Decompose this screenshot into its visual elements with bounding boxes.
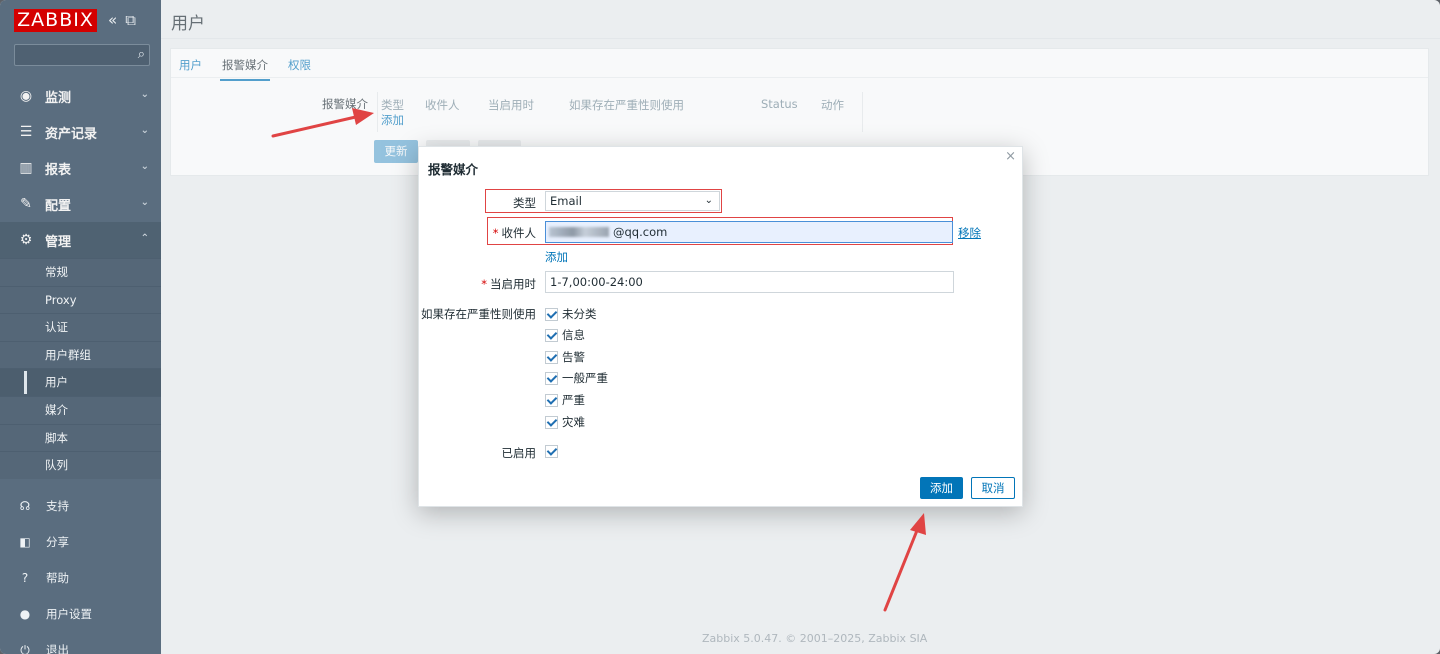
recipient-input[interactable]: @qq.com	[545, 221, 953, 243]
submenu-item-media-types[interactable]: 媒介	[0, 395, 161, 424]
menu-item-label: 管理	[45, 234, 72, 250]
checkbox-checked-icon[interactable]	[545, 393, 558, 407]
cancel-button[interactable]: 取消	[971, 477, 1015, 499]
type-select[interactable]: Email ⌄	[545, 191, 720, 211]
recipient-label-text: 收件人	[501, 226, 537, 240]
main-menu: ◉ 监测 ⌄ ☰ 资产记录 ⌄ ▥ 报表 ⌄ ✎ 配置 ⌄ ⚙ 管理 ⌃ 常规 …	[0, 78, 161, 479]
enabled-checkbox[interactable]	[545, 445, 562, 458]
severity-disaster[interactable]: 灾难	[545, 414, 585, 430]
collapse-icon[interactable]: «	[108, 11, 117, 29]
recipient-label: * 收件人	[493, 225, 536, 241]
add-recipient-link[interactable]: 添加	[545, 249, 568, 265]
chevron-down-icon: ⌄	[704, 195, 713, 206]
checkbox-label: 告警	[562, 350, 585, 364]
recipient-input-value: @qq.com	[613, 225, 668, 239]
when-active-input[interactable]: 1-7,00:00-24:00	[545, 271, 954, 293]
menu-item-help[interactable]: ? 帮助	[0, 560, 161, 596]
checkbox-checked-icon[interactable]	[545, 371, 558, 385]
checkbox-label: 未分类	[562, 307, 597, 321]
chevron-down-icon: ⌄	[140, 125, 149, 136]
checkbox-checked-icon[interactable]	[545, 415, 558, 429]
checkbox-label: 信息	[562, 328, 585, 342]
user-icon: ●	[19, 607, 31, 621]
submenu-item-scripts[interactable]: 脚本	[0, 423, 161, 452]
search-icon[interactable]: ⌕	[138, 47, 145, 62]
submenu-item-authentication[interactable]: 认证	[0, 313, 161, 341]
headset-icon: ☊	[19, 499, 31, 513]
chevron-down-icon: ⌄	[140, 197, 149, 208]
chevron-down-icon: ⌄	[140, 161, 149, 172]
sidebar-bottom-menu: ☊ 支持 ◧ 分享 ? 帮助 ● 用户设置 ⏻ 退出	[0, 488, 161, 654]
checkbox-checked-icon[interactable]	[545, 307, 558, 321]
menu-item-label: 报表	[45, 162, 72, 178]
type-label: 类型	[513, 196, 536, 210]
menu-item-label: 支持	[46, 499, 69, 513]
when-active-label: * 当启用时	[481, 276, 536, 292]
add-button[interactable]: 添加	[920, 477, 963, 499]
checkbox-checked-icon[interactable]	[545, 445, 558, 458]
menu-item-label: 帮助	[46, 571, 69, 585]
severity-average[interactable]: 一般严重	[545, 370, 608, 386]
media-dialog: 报警媒介 × 类型 Email ⌄ * 收件人 @qq.com 移除 添加 * 当启…	[418, 146, 1023, 507]
checkbox-checked-icon[interactable]	[545, 350, 558, 364]
required-marker: *	[481, 277, 487, 291]
enabled-label: 已启用	[501, 446, 537, 460]
menu-item-monitoring[interactable]: ◉ 监测 ⌄	[0, 78, 161, 114]
severity-label: 如果存在严重性则使用	[421, 307, 536, 321]
type-select-value: Email	[550, 194, 582, 208]
kiosk-icon[interactable]: ⧉	[125, 11, 136, 29]
submenu-item-proxy[interactable]: Proxy	[0, 285, 161, 314]
submenu-item-users[interactable]: 用户	[0, 368, 161, 396]
menu-item-configuration[interactable]: ✎ 配置 ⌄	[0, 186, 161, 222]
menu-item-sign-out[interactable]: ⏻ 退出	[0, 632, 161, 654]
menu-item-label: 分享	[46, 535, 69, 549]
severity-high[interactable]: 严重	[545, 392, 585, 408]
menu-item-label: 资产记录	[45, 126, 98, 142]
share-icon: ◧	[19, 535, 31, 549]
when-active-label-text: 当启用时	[490, 277, 536, 291]
menu-item-label: 退出	[46, 643, 69, 654]
remove-recipient-link[interactable]: 移除	[958, 225, 981, 241]
menu-item-share[interactable]: ◧ 分享	[0, 524, 161, 560]
sidebar: ZABBIX « ⧉ ⌕ ◉ 监测 ⌄ ☰ 资产记录 ⌄ ▥ 报表 ⌄ ✎ 配置…	[0, 0, 161, 654]
chevron-up-icon: ⌃	[140, 233, 149, 244]
submenu-item-user-groups[interactable]: 用户群组	[0, 340, 161, 369]
checkbox-label: 灾难	[562, 415, 585, 429]
zabbix-logo[interactable]: ZABBIX	[14, 9, 97, 32]
chart-icon: ▥	[19, 160, 33, 176]
gear-icon: ⚙	[19, 232, 33, 248]
administration-submenu: 常规 Proxy 认证 用户群组 用户 媒介 脚本 队列	[0, 258, 161, 479]
menu-item-reports[interactable]: ▥ 报表 ⌄	[0, 150, 161, 186]
menu-item-label: 监测	[45, 90, 72, 106]
checkbox-label: 严重	[562, 393, 585, 407]
checkbox-checked-icon[interactable]	[545, 328, 558, 342]
menu-item-inventory[interactable]: ☰ 资产记录 ⌄	[0, 114, 161, 150]
severity-information[interactable]: 信息	[545, 327, 585, 343]
app-window: ZABBIX « ⧉ ⌕ ◉ 监测 ⌄ ☰ 资产记录 ⌄ ▥ 报表 ⌄ ✎ 配置…	[0, 0, 1440, 654]
power-icon: ⏻	[20, 642, 30, 654]
menu-item-administration[interactable]: ⚙ 管理 ⌃	[0, 222, 161, 258]
menu-item-user-settings[interactable]: ● 用户设置	[0, 596, 161, 632]
eye-icon: ◉	[19, 88, 33, 104]
list-icon: ☰	[19, 124, 33, 140]
required-marker: *	[492, 226, 499, 240]
submenu-item-general[interactable]: 常规	[0, 258, 161, 286]
chevron-down-icon: ⌄	[140, 89, 149, 100]
redacted-blur	[549, 227, 609, 237]
severity-warning[interactable]: 告警	[545, 349, 585, 365]
menu-item-label: 用户设置	[46, 607, 92, 621]
checkbox-label: 一般严重	[562, 371, 608, 385]
close-icon[interactable]: ×	[1005, 149, 1016, 164]
menu-item-label: 配置	[45, 198, 72, 214]
help-icon: ?	[21, 571, 29, 585]
menu-item-support[interactable]: ☊ 支持	[0, 488, 161, 524]
sidebar-search-input[interactable]: ⌕	[14, 44, 150, 66]
severity-not-classified[interactable]: 未分类	[545, 306, 597, 322]
wrench-icon: ✎	[20, 196, 32, 212]
sidebar-tools: « ⧉	[108, 11, 136, 29]
dialog-title: 报警媒介	[428, 162, 479, 177]
submenu-item-queue[interactable]: 队列	[0, 451, 161, 479]
